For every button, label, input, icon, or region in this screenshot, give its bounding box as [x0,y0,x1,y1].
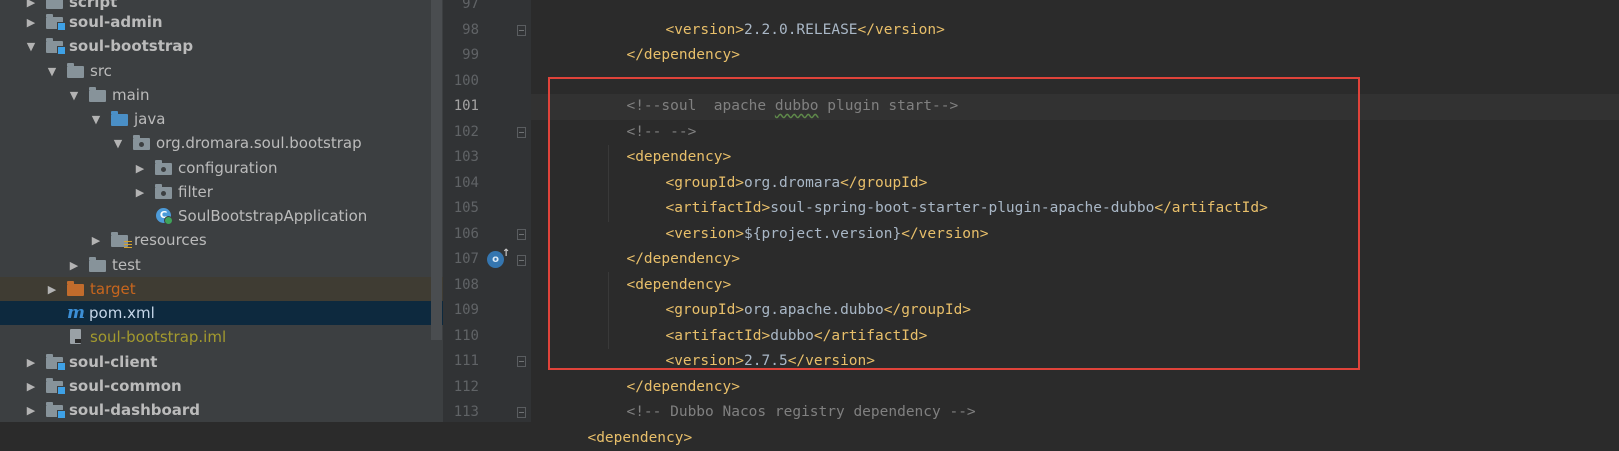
folder-icon [89,257,107,272]
tree-item-package-bootstrap[interactable]: ▼ org.dromara.soul.bootstrap [0,131,443,155]
tree-item-src[interactable]: ▼ src [0,59,443,83]
excluded-folder-icon [67,281,85,296]
tree-item-label: resources [134,231,207,249]
project-tree: ▶ script ▶ soul-admin ▼ soul-bootstrap ▼… [0,0,443,422]
package-icon [133,135,151,150]
tree-scrollbar[interactable] [431,0,442,340]
chevron-right-icon[interactable]: ▶ [24,0,38,9]
folder-icon [46,0,64,9]
line-number: 103 [453,149,479,165]
spring-class-icon: C [155,208,173,225]
tree-item-iml[interactable]: soul-bootstrap.iml [0,325,443,349]
chevron-right-icon[interactable]: ▶ [24,15,38,29]
tree-item-soul-common[interactable]: ▶ soul-common [0,374,443,398]
tree-item-pom-xml[interactable]: m pom.xml [0,301,443,325]
chevron-right-icon[interactable]: ▶ [133,161,147,175]
tree-item-configuration[interactable]: ▶ configuration [0,156,443,180]
line-number: 100 [453,72,479,89]
line-number: 106 [453,225,479,242]
tree-item-filter[interactable]: ▶ filter [0,180,443,204]
fold-marker-icon[interactable] [517,407,526,418]
override-marker-icon[interactable]: o [487,245,510,268]
tree-item-soul-admin[interactable]: ▶ soul-admin [0,10,443,34]
line-number: 99 [462,47,479,63]
tree-item-soul-dashboard[interactable]: ▶ soul-dashboard [0,398,443,422]
module-folder-icon [46,354,66,371]
fold-marker-icon[interactable] [517,127,526,138]
code-line[interactable]: </dependency> [531,18,740,63]
chevron-right-icon[interactable]: ▶ [24,355,38,369]
line-number: 102 [453,123,479,140]
tree-item-label: main [112,86,150,104]
line-number: 105 [453,200,479,216]
tree-item-label: soul-dashboard [69,401,201,419]
folder-icon [89,87,107,102]
chevron-right-icon[interactable]: ▶ [45,282,59,296]
line-number: 98 [462,21,479,38]
package-icon [155,160,173,175]
fold-marker-icon[interactable] [517,356,526,367]
tree-item-label: soul-admin [69,13,163,31]
tree-item-label: soul-bootstrap.iml [90,328,227,346]
tree-item-soul-client[interactable]: ▶ soul-client [0,350,443,374]
module-folder-icon [46,378,66,395]
line-number: 108 [453,276,479,293]
module-folder-icon [46,38,66,55]
line-number: 104 [453,174,479,191]
fold-marker-icon[interactable] [517,229,526,240]
code-line[interactable]: <version>2.2.0.RELEASE</version> [531,0,944,38]
line-number: 109 [453,302,479,318]
line-number: 101 [453,98,479,114]
chevron-right-icon[interactable]: ▶ [24,379,38,393]
fold-marker-icon[interactable] [517,25,526,36]
chevron-right-icon[interactable]: ▶ [133,185,147,199]
tree-item-label: java [134,110,166,128]
chevron-down-icon[interactable]: ▼ [45,64,59,78]
chevron-right-icon[interactable]: ▶ [67,258,81,272]
chevron-right-icon[interactable]: ▶ [89,233,103,247]
tree-item-soul-bootstrap-application[interactable]: C SoulBootstrapApplication [0,204,443,228]
resources-folder-icon [111,232,132,249]
tree-item-main[interactable]: ▼ main [0,83,443,107]
maven-icon: m [67,303,85,323]
chevron-down-icon[interactable]: ▼ [24,39,38,53]
fold-marker-icon[interactable] [517,255,526,266]
line-number: 97 [462,0,479,12]
tree-item-soul-bootstrap[interactable]: ▼ soul-bootstrap [0,34,443,58]
highlight-annotation-box [548,77,1360,370]
tree-item-label: soul-client [69,353,158,371]
chevron-right-icon[interactable]: ▶ [24,403,38,417]
tree-item-label: soul-bootstrap [69,37,194,55]
line-number: 110 [453,327,479,344]
tree-item-label: org.dromara.soul.bootstrap [156,134,362,152]
module-folder-icon [46,402,66,419]
line-number: 111 [453,353,479,369]
chevron-down-icon[interactable]: ▼ [111,136,125,150]
chevron-down-icon[interactable]: ▼ [89,112,103,126]
folder-icon [67,63,85,78]
tree-item-label: soul-common [69,377,182,395]
package-icon [155,184,173,199]
chevron-down-icon[interactable]: ▼ [67,88,81,102]
tree-item-label: target [90,280,136,298]
line-number: 112 [453,378,479,395]
tree-item-target[interactable]: ▶ target [0,277,443,301]
tree-item-label: src [90,62,112,80]
tree-item-label: pom.xml [89,304,155,322]
tree-item-resources[interactable]: ▶ resources [0,228,443,252]
iml-file-icon [67,329,85,344]
tree-item-label: SoulBootstrapApplication [178,207,368,225]
line-number: 107 [453,251,479,267]
tree-item-java[interactable]: ▼ java [0,107,443,131]
tree-item-label: configuration [178,159,278,177]
source-root-folder-icon [111,111,129,126]
tree-item-label: test [112,256,141,274]
tree-item-label: filter [178,183,213,201]
code-line[interactable]: <!-- Dubbo Nacos registry dependency --> [531,375,975,420]
tree-item-test[interactable]: ▶ test [0,253,443,277]
module-folder-icon [46,14,66,31]
